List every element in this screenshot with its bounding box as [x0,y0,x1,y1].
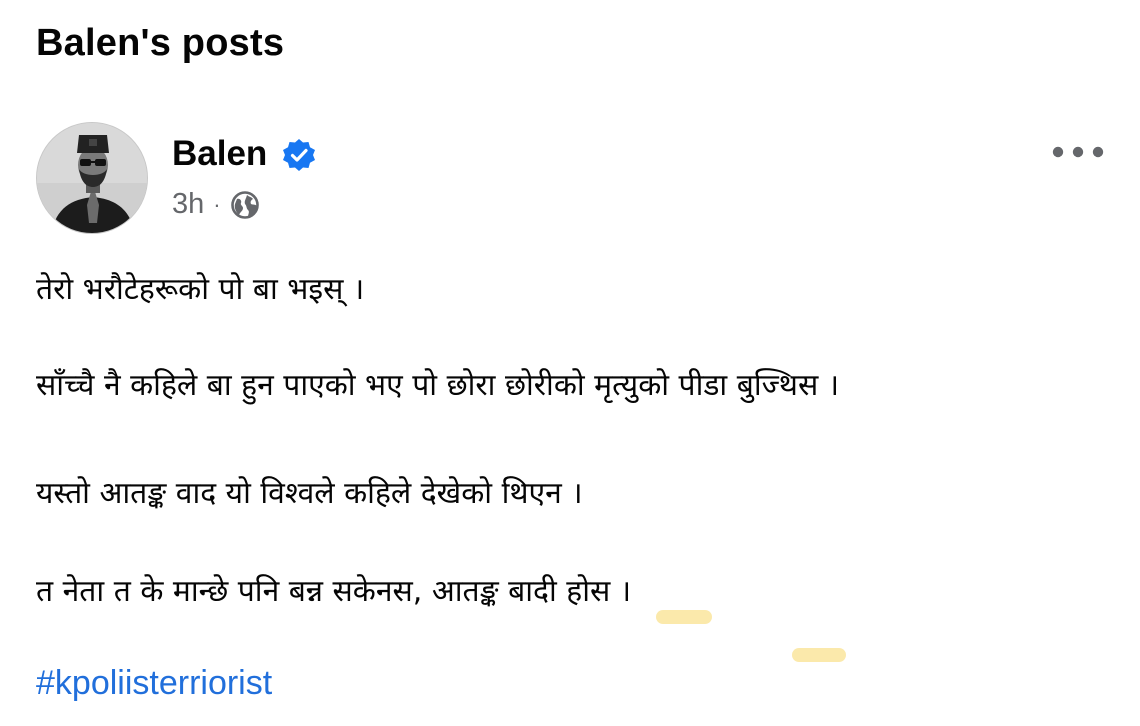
avatar-photo [37,123,147,233]
post-line-4: त नेता त के मान्छे पनि बन्न सकेनस, आतङ्क… [36,574,632,609]
meta-separator: · [213,191,221,217]
verified-badge-icon [283,139,315,171]
hashtag-link[interactable]: #kpoliisterriorist [36,664,272,703]
highlight-stroke [656,610,712,624]
post-header: Balen 3h · [36,122,1106,242]
more-options-icon[interactable] [1050,140,1106,164]
page-title: Balen's posts [36,22,285,64]
post-meta: 3h · [172,188,260,221]
post-line-1: तेरो भरौटेहरूको पो बा भइस् । [36,272,365,307]
globe-icon [230,190,259,219]
avatar[interactable] [36,122,148,234]
highlight-stroke [792,648,846,662]
post-line-2: साँच्चै नै कहिले बा हुन पाएको भए पो छोरा… [36,368,840,403]
post-line-3: यस्तो आतङ्क वाद यो विश्वले कहिले देखेको … [36,476,583,511]
post-time[interactable]: 3h [172,188,204,221]
author-name[interactable]: Balen [172,134,267,174]
